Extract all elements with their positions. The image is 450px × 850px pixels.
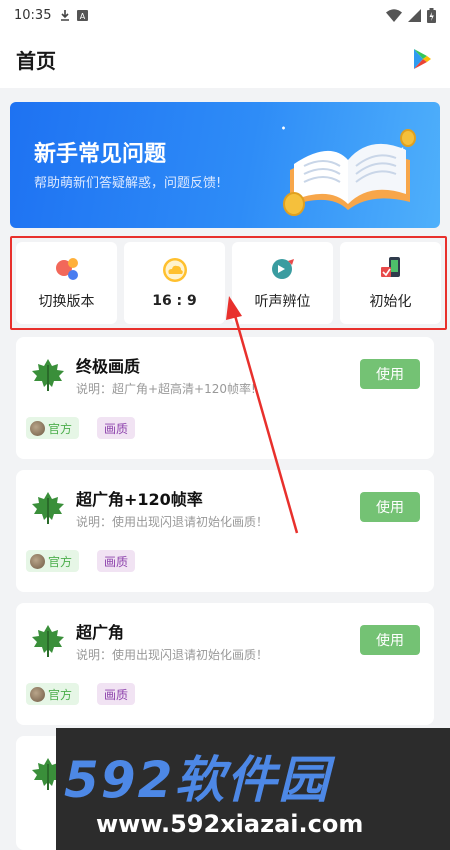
quick-label: 听声辨位 (254, 294, 311, 310)
cloud-icon (162, 258, 187, 282)
card-description: 说明：使用出现闪退请初始化画质！ (76, 648, 269, 662)
play-store-icon[interactable] (410, 47, 434, 71)
quick-label: 16 : 9 (152, 293, 197, 309)
quick-aspect-ratio[interactable]: 16 : 9 (124, 242, 225, 324)
app-bar: 首页 (0, 30, 450, 88)
tag-quality: 画质 (97, 683, 136, 705)
tag-official-label: 官方 (48, 421, 73, 436)
config-card: 超广角+120帧率 说明：使用出现闪退请初始化画质！ 使用 官方 画质 (16, 470, 434, 592)
quick-initialize[interactable]: 初始化 (340, 242, 441, 324)
quick-label: 切换版本 (38, 294, 95, 310)
svg-text:A: A (80, 12, 86, 21)
tag-quality: 画质 (97, 550, 136, 572)
wifi-icon (386, 8, 402, 22)
tag-official-label: 官方 (48, 554, 73, 569)
leaf-icon (32, 359, 64, 391)
init-icon (380, 257, 400, 277)
use-button[interactable]: 使用 (360, 359, 420, 389)
signal-icon (408, 8, 421, 22)
card-title: 终极画质 (76, 357, 141, 376)
page-title: 首页 (16, 48, 56, 73)
quick-sound-locate[interactable]: 听声辨位 (232, 242, 333, 324)
battery-icon (427, 7, 436, 23)
avatar (30, 553, 45, 569)
watermark-title: 592软件园 (64, 751, 331, 809)
watermark-url: www.592xiazai.com (96, 810, 364, 838)
leaf-icon (32, 492, 64, 524)
use-button[interactable]: 使用 (360, 492, 420, 522)
tag-official: 官方 (26, 550, 80, 572)
card-description: 说明：使用出现闪退请初始化画质！ (76, 515, 269, 529)
banner-title: 新手常见问题 (34, 142, 167, 167)
avatar (30, 686, 45, 702)
book-icon (282, 126, 416, 216)
faq-banner[interactable]: 新手常见问题 帮助萌新们答疑解惑，问题反馈! (10, 102, 440, 228)
sound-icon (271, 259, 294, 279)
quick-label: 初始化 (369, 294, 412, 310)
download-icon (61, 10, 70, 21)
status-time: 10:35 (14, 7, 52, 23)
watermark: 592软件园 www.592xiazai.com (56, 728, 450, 850)
tag-official: 官方 (26, 417, 80, 439)
banner-subtitle: 帮助萌新们答疑解惑，问题反馈! (34, 176, 222, 191)
use-button[interactable]: 使用 (360, 625, 420, 655)
tag-official: 官方 (26, 683, 80, 705)
leaf-icon (32, 625, 64, 657)
card-title: 超广角 (76, 623, 125, 642)
tag-official-label: 官方 (48, 687, 73, 702)
card-description: 说明：超广角+超高清+120帧率! (76, 382, 256, 396)
quick-actions: 切换版本 16 : 9 听声辨位 初始化 (10, 236, 447, 330)
quick-switch-version[interactable]: 切换版本 (16, 242, 117, 324)
status-bar: 10:35 A (0, 0, 450, 30)
tag-quality: 画质 (97, 417, 136, 439)
card-title: 超广角+120帧率 (76, 490, 203, 509)
avatar (30, 420, 45, 436)
config-card: 终极画质 说明：超广角+超高清+120帧率! 使用 官方 画质 (16, 337, 434, 459)
switch-icon (55, 258, 78, 280)
a-box-icon: A (77, 9, 89, 21)
config-card: 超广角 说明：使用出现闪退请初始化画质！ 使用 官方 画质 (16, 603, 434, 725)
